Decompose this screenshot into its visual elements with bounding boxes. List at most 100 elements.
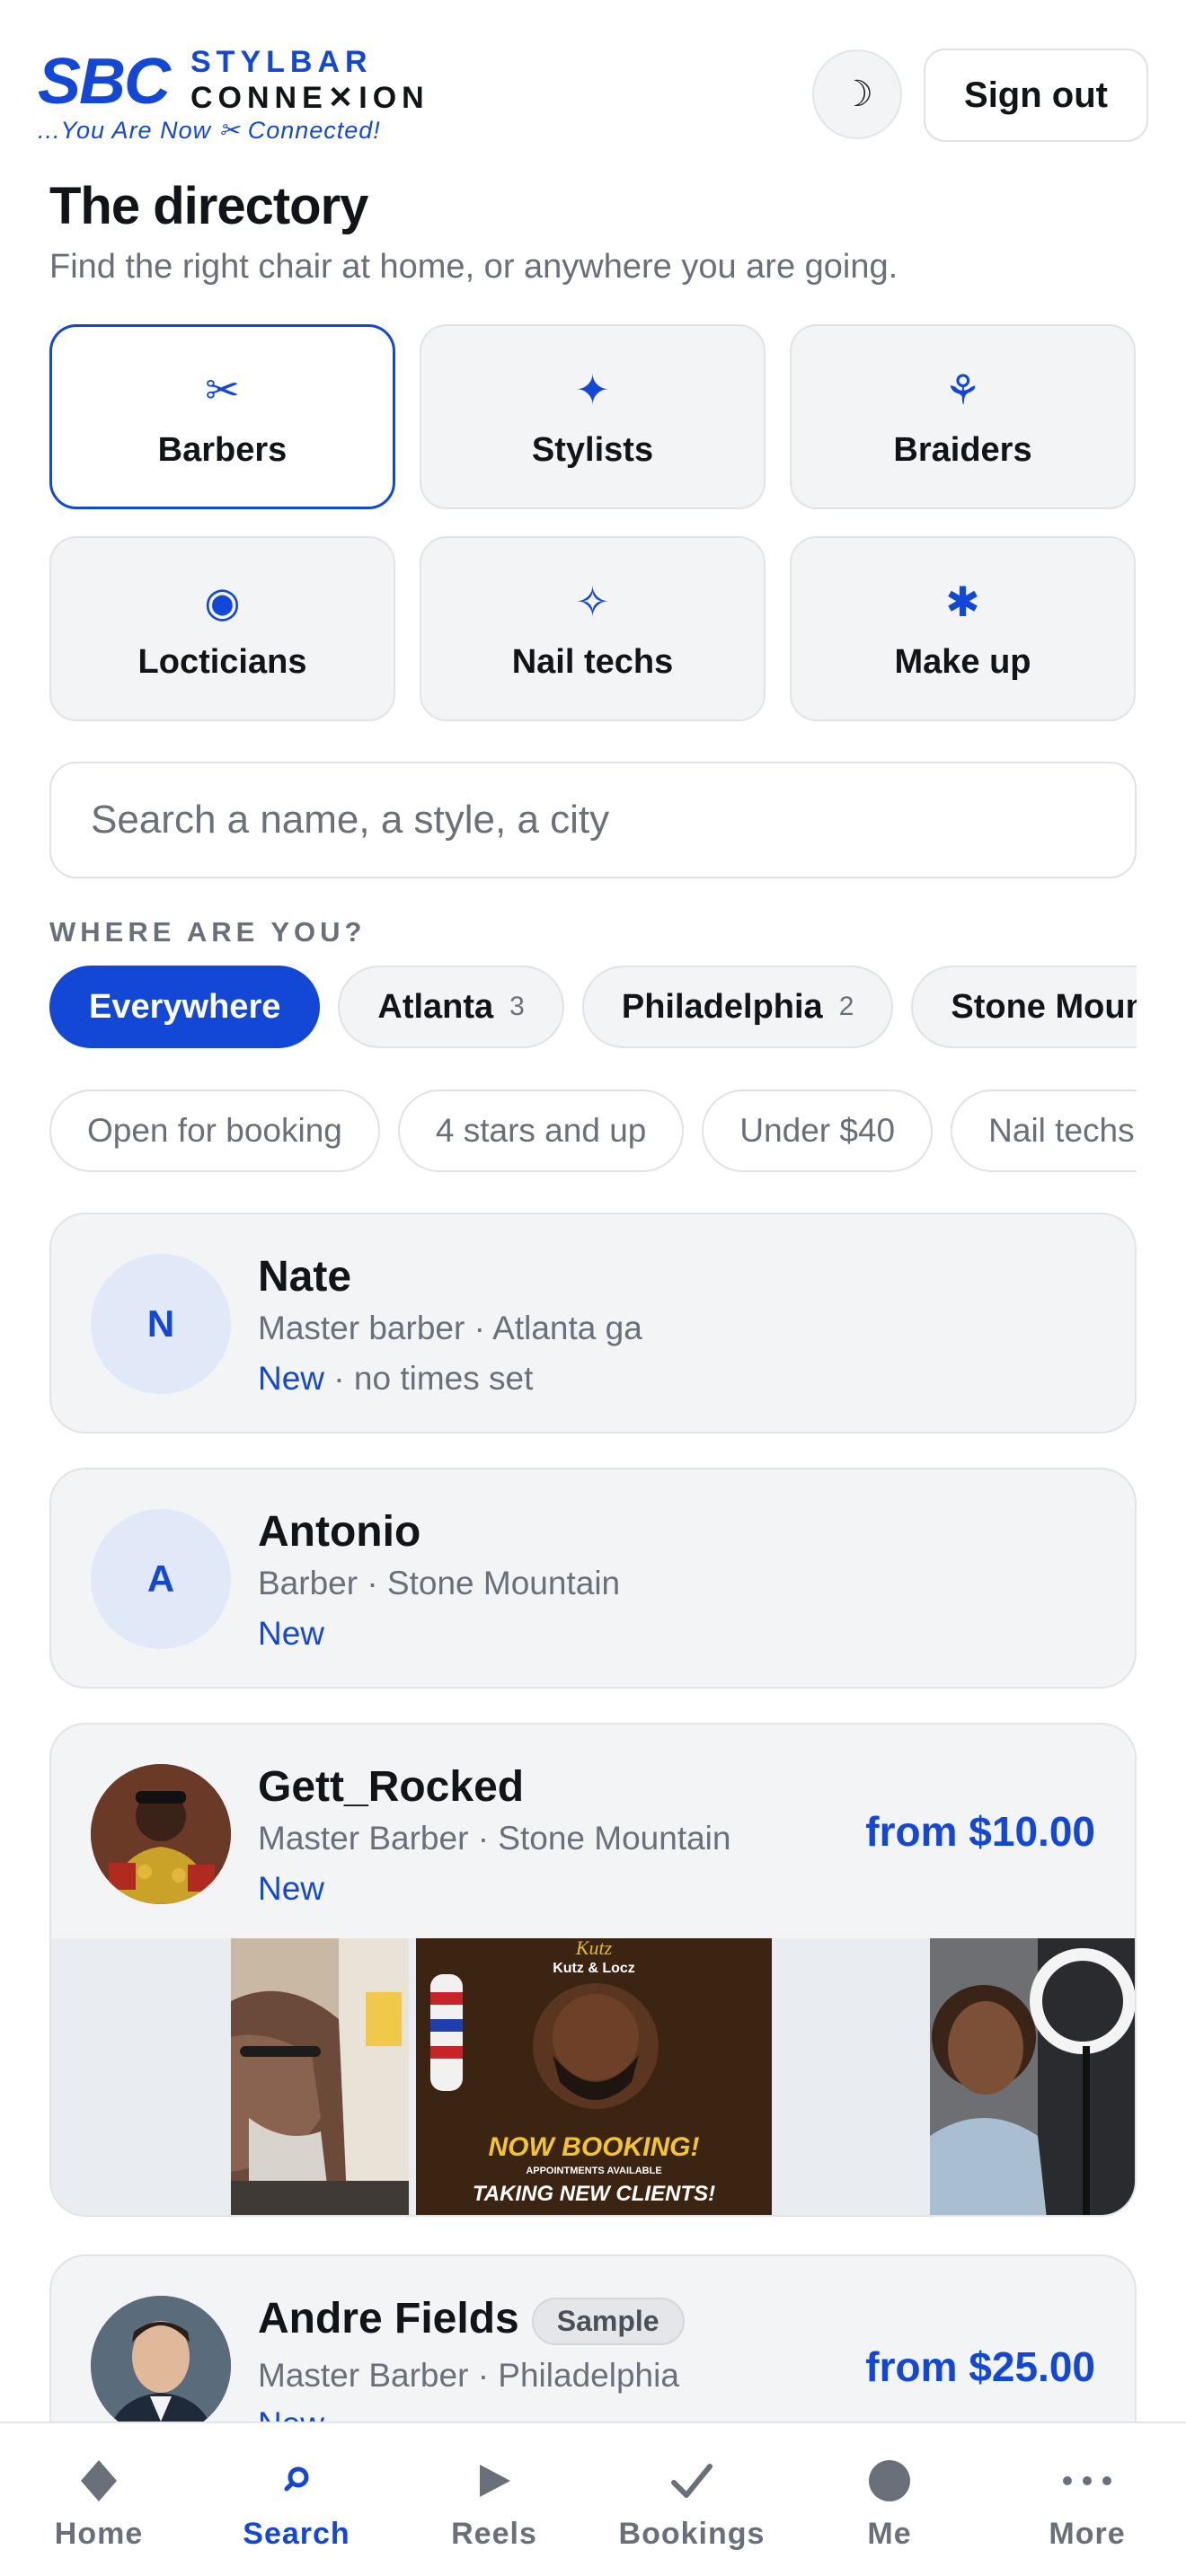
availability-text: · no times set — [324, 1360, 534, 1397]
listing-status: New — [258, 1870, 324, 1908]
filter-chip-under-40[interactable]: Under $40 — [702, 1090, 934, 1172]
logo-line-2: CONNE✕ION — [190, 81, 429, 115]
listing-name: Nate — [258, 1253, 352, 1301]
category-nail-techs[interactable]: ✧ Nail techs — [420, 536, 766, 721]
category-label: Braiders — [893, 430, 1032, 469]
gallery-photo[interactable] — [930, 1938, 1137, 2217]
star-outline-icon: ✧ — [575, 578, 610, 625]
flower-icon: ⚘ — [943, 366, 982, 413]
category-label: Locticians — [137, 642, 307, 681]
search-icon — [279, 2454, 314, 2508]
target-icon: ◉ — [204, 578, 241, 625]
sample-badge: Sample — [531, 2297, 685, 2345]
location-chip-stone-mountain[interactable]: Stone Mountain — [911, 966, 1137, 1048]
bottom-nav: Home Search Reels Bookings Me More — [0, 2422, 1186, 2576]
avatar — [91, 2296, 231, 2436]
listing-card[interactable]: N Nate Master barber · Atlanta ga New · … — [49, 1213, 1137, 1434]
nav-bookings[interactable]: Bookings — [593, 2423, 791, 2576]
play-icon — [474, 2454, 514, 2508]
profile-icon — [868, 2454, 911, 2508]
poster-brand-script: Kutz — [575, 1938, 613, 1959]
listing-card[interactable]: Gett_Rocked Master Barber · Stone Mounta… — [49, 1723, 1137, 2217]
gallery-photo[interactable] — [231, 1938, 409, 2217]
filter-chip-row[interactable]: Open for booking 4 stars and up Under $40 N… — [49, 1090, 1137, 1174]
logo-monogram: SBC — [38, 46, 171, 118]
diamond-icon — [79, 2454, 119, 2508]
nav-reels[interactable]: Reels — [395, 2423, 593, 2576]
scissors-icon: ✂ — [205, 366, 240, 413]
location-chip-atlanta[interactable]: Atlanta 3 — [338, 966, 564, 1048]
logo-line-1: STYLBAR — [190, 45, 373, 79]
app-header: SBC STYLBAR CONNE✕ION ...You Are Now ✂ C… — [38, 45, 1148, 153]
nav-label: Reels — [451, 2517, 537, 2551]
nav-label: Search — [243, 2517, 350, 2551]
brand-logo[interactable]: SBC STYLBAR CONNE✕ION ...You Are Now ✂ C… — [38, 45, 487, 153]
nav-label: More — [1049, 2517, 1126, 2551]
page-subtitle: Find the right chair at home, or anywher… — [49, 248, 898, 286]
listing-price: from $25.00 — [865, 2343, 1095, 2390]
location-chip-row[interactable]: Everywhere Atlanta 3 Philadelphia 2 Ston… — [49, 966, 1137, 1050]
listing-name-text: Andre Fields — [258, 2295, 519, 2342]
listing-status: New — [258, 1615, 324, 1653]
category-label: Nail techs — [511, 642, 674, 681]
listing-price: from $10.00 — [865, 1808, 1095, 1855]
listing-name: Gett_Rocked — [258, 1763, 525, 1811]
nav-label: Bookings — [618, 2517, 766, 2551]
category-braiders[interactable]: ⚘ Braiders — [790, 324, 1136, 509]
more-icon — [1060, 2454, 1114, 2508]
category-locticians[interactable]: ◉ Locticians — [49, 536, 395, 721]
category-stylists[interactable]: ✦ Stylists — [420, 324, 766, 509]
location-chip-everywhere[interactable]: Everywhere — [49, 966, 321, 1048]
nav-label: Me — [867, 2517, 912, 2551]
category-label: Stylists — [531, 430, 654, 469]
nav-more[interactable]: More — [988, 2423, 1186, 2576]
logo-wordmark: STYLBAR CONNE✕ION — [190, 45, 429, 117]
listing-name: Antonio — [258, 1508, 421, 1556]
poster-headline: NOW BOOKING! — [489, 2132, 700, 2162]
listing-name: Andre Fields Sample — [258, 2294, 685, 2345]
chip-label: Stone Mountain — [951, 987, 1137, 1026]
sign-out-button[interactable]: Sign out — [924, 49, 1148, 142]
avatar — [91, 1764, 231, 1904]
theme-toggle-button[interactable]: ☽ — [812, 49, 902, 139]
filter-chip-open-for-booking[interactable]: Open for booking — [49, 1090, 380, 1172]
portfolio-gallery[interactable]: Kutz Kutz & Locz NOW BOOKING! APPOINTMEN… — [51, 1938, 1137, 2217]
chip-label: Philadelphia — [621, 987, 823, 1026]
nav-home[interactable]: Home — [0, 2423, 198, 2576]
check-icon — [670, 2454, 713, 2508]
chip-label: Atlanta — [377, 987, 494, 1026]
category-make-up[interactable]: ✱ Make up — [790, 536, 1136, 721]
poster-tagline: TAKING NEW CLIENTS! — [473, 2182, 715, 2206]
avatar-photo — [91, 2296, 231, 2436]
page-title: The directory — [49, 177, 368, 235]
booking-poster-image[interactable]: Kutz Kutz & Locz NOW BOOKING! APPOINTMEN… — [416, 1938, 772, 2217]
nav-me[interactable]: Me — [791, 2423, 988, 2576]
location-chip-philadelphia[interactable]: Philadelphia 2 — [581, 966, 894, 1048]
listing-meta: Master Barber · Philadelphia — [258, 2357, 679, 2394]
asterisk-icon: ✱ — [945, 578, 980, 625]
listing-meta: Master barber · Atlanta ga — [258, 1310, 642, 1346]
new-badge: New — [258, 1360, 325, 1397]
category-label: Barbers — [157, 430, 288, 469]
chip-count: 3 — [509, 992, 525, 1021]
moon-icon: ☽ — [841, 75, 873, 114]
category-barbers[interactable]: ✂ Barbers — [49, 324, 395, 509]
filter-chip-4-stars[interactable]: 4 stars and up — [397, 1090, 685, 1172]
nav-search[interactable]: Search — [198, 2423, 395, 2576]
nav-label: Home — [54, 2517, 144, 2551]
filter-chip-nail-techs[interactable]: Nail techs — [951, 1090, 1137, 1172]
listing-card[interactable]: A Antonio Barber · Stone Mountain New — [49, 1468, 1137, 1689]
category-label: Make up — [894, 642, 1031, 681]
avatar: A — [91, 1509, 231, 1649]
listing-status: New · no times set — [258, 1360, 533, 1398]
avatar-photo — [91, 1764, 231, 1904]
listing-meta: Master Barber · Stone Mountain — [258, 1820, 731, 1857]
listing-meta: Barber · Stone Mountain — [258, 1565, 621, 1601]
logo-tagline: ...You Are Now ✂ Connected! — [38, 117, 381, 144]
location-section-label: WHERE ARE YOU? — [49, 916, 367, 948]
chip-count: 2 — [838, 992, 854, 1021]
new-badge: New — [258, 1870, 325, 1907]
new-badge: New — [258, 1615, 325, 1652]
search-input[interactable] — [49, 762, 1137, 878]
chip-label: Everywhere — [89, 987, 281, 1026]
